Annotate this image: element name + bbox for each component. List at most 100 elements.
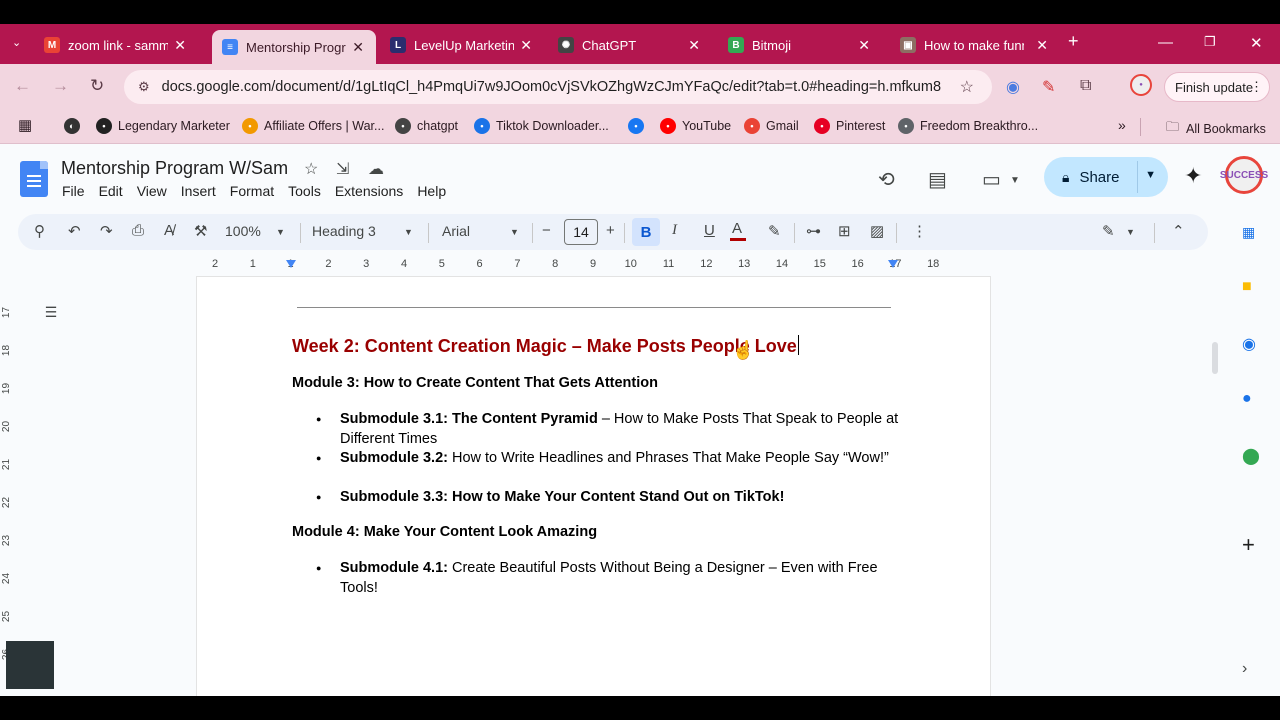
module-4-heading[interactable]: Module 4: Make Your Content Look Amazing bbox=[292, 524, 597, 540]
contacts-icon[interactable]: ● bbox=[1242, 390, 1252, 408]
star-icon[interactable]: ☆ bbox=[304, 159, 318, 179]
extension-pen-icon[interactable]: ✎ bbox=[1042, 77, 1055, 97]
paint-format-icon[interactable]: ⚒ bbox=[194, 222, 207, 240]
reload-icon[interactable]: ↻ bbox=[90, 76, 104, 96]
decrease-font-size-icon[interactable]: − bbox=[542, 222, 551, 239]
redo-icon[interactable]: ↷ bbox=[100, 222, 113, 240]
vertical-ruler[interactable]: 17181920212223242526 bbox=[0, 277, 16, 696]
tab-2[interactable]: L LevelUp Marketing ✕ bbox=[380, 30, 544, 60]
apps-grid-icon[interactable]: ▦ bbox=[18, 116, 32, 134]
increase-font-size-icon[interactable]: + bbox=[606, 222, 615, 239]
editing-mode-dropdown-icon[interactable]: ▼ bbox=[1126, 227, 1135, 237]
keep-icon[interactable]: ■ bbox=[1242, 278, 1252, 296]
close-tab-icon[interactable]: ✕ bbox=[352, 39, 364, 56]
site-info-icon[interactable]: ⚙ bbox=[138, 79, 150, 95]
style-dropdown-icon[interactable]: ▼ bbox=[404, 227, 413, 237]
comments-icon[interactable]: ▤ bbox=[928, 167, 947, 192]
menu-view[interactable]: View bbox=[137, 183, 167, 199]
tab-search-icon[interactable]: ⌄ bbox=[12, 36, 21, 49]
cloud-saved-icon[interactable]: ☁ bbox=[368, 159, 384, 179]
extension-globe-icon[interactable]: ◉ bbox=[1006, 77, 1020, 97]
bookmark-item[interactable]: • Affiliate Offers | War... bbox=[242, 118, 384, 134]
list-item[interactable]: Submodule 3.2: How to Write Headlines an… bbox=[316, 449, 900, 469]
scrollbar-thumb[interactable] bbox=[1212, 342, 1218, 374]
account-avatar[interactable]: SUCCESS bbox=[1220, 156, 1268, 194]
menu-tools[interactable]: Tools bbox=[288, 183, 321, 199]
more-options-icon[interactable]: ⋮ bbox=[912, 222, 927, 240]
gemini-sparkle-icon[interactable]: ✦ bbox=[1184, 163, 1202, 189]
docs-logo-icon[interactable] bbox=[20, 161, 48, 197]
font-dropdown-icon[interactable]: ▼ bbox=[510, 227, 519, 237]
bookmark-item[interactable]: • Legendary Marketer bbox=[96, 118, 230, 134]
document-outline-icon[interactable]: ☰ bbox=[36, 297, 66, 327]
editing-mode-icon[interactable]: ✎ bbox=[1102, 222, 1115, 240]
insert-link-icon[interactable]: ⊶ bbox=[806, 222, 821, 240]
close-tab-icon[interactable]: ✕ bbox=[858, 37, 870, 54]
minimize-icon[interactable]: — bbox=[1158, 34, 1173, 51]
document-title[interactable]: Mentorship Program W/Sam bbox=[61, 158, 288, 179]
tab-3[interactable]: ✺ ChatGPT ✕ bbox=[548, 30, 712, 60]
search-menus-icon[interactable]: ⚲ bbox=[34, 222, 45, 240]
hide-menus-icon[interactable]: ⌃ bbox=[1172, 222, 1185, 240]
font-size-input[interactable]: 14 bbox=[564, 219, 598, 245]
get-addons-icon[interactable]: + bbox=[1242, 532, 1255, 558]
expand-panel-icon[interactable]: › bbox=[1242, 660, 1247, 678]
restore-icon[interactable]: ❐ bbox=[1204, 34, 1216, 50]
meet-camera-icon[interactable]: ▭ bbox=[982, 167, 1001, 192]
zoom-select[interactable]: 100% bbox=[225, 223, 261, 239]
tab-1[interactable]: ≡ Mentorship Progra ✕ bbox=[212, 30, 376, 64]
new-tab-icon[interactable]: + bbox=[1068, 31, 1079, 52]
close-window-icon[interactable]: ✕ bbox=[1250, 34, 1263, 52]
menu-insert[interactable]: Insert bbox=[181, 183, 216, 199]
menu-extensions[interactable]: Extensions bbox=[335, 183, 403, 199]
menu-help[interactable]: Help bbox=[417, 183, 446, 199]
all-bookmarks-button[interactable]: 🗀 All Bookmarks bbox=[1166, 118, 1266, 140]
share-dropdown-icon[interactable]: ▼ bbox=[1145, 169, 1156, 181]
list-item[interactable]: Submodule 3.1: The Content Pyramid – How… bbox=[316, 410, 900, 449]
zoom-dropdown-icon[interactable]: ▼ bbox=[276, 227, 285, 237]
menu-edit[interactable]: Edit bbox=[99, 183, 123, 199]
undo-icon[interactable]: ↶ bbox=[68, 222, 81, 240]
url-text[interactable]: docs.google.com/document/d/1gLtIqCl_h4Pm… bbox=[162, 79, 942, 95]
text-color-button[interactable]: A bbox=[729, 220, 747, 241]
version-history-icon[interactable]: ⟲ bbox=[878, 167, 895, 192]
move-folder-icon[interactable]: ⇲ bbox=[336, 159, 349, 179]
close-tab-icon[interactable]: ✕ bbox=[520, 37, 532, 54]
bookmark-item[interactable]: • Gmail bbox=[744, 118, 799, 134]
omnibox[interactable]: ⚙ docs.google.com/document/d/1gLtIqCl_h4… bbox=[124, 70, 992, 104]
bookmark-item[interactable]: • Freedom Breakthro... bbox=[898, 118, 1038, 134]
tab-5[interactable]: ▣ How to make funn ✕ bbox=[890, 30, 1060, 60]
back-icon[interactable]: ← bbox=[14, 76, 31, 96]
bookmark-item[interactable]: • bbox=[628, 118, 650, 134]
profile-avatar-icon[interactable]: ● bbox=[1130, 74, 1152, 96]
list-item[interactable]: Submodule 3.3: How to Make Your Content … bbox=[316, 488, 900, 508]
close-tab-icon[interactable]: ✕ bbox=[174, 37, 186, 54]
tasks-icon[interactable]: ◉ bbox=[1242, 334, 1256, 354]
bold-button[interactable]: B bbox=[632, 218, 660, 246]
add-comment-icon[interactable]: ⊞ bbox=[838, 222, 851, 240]
menu-file[interactable]: File bbox=[62, 183, 85, 199]
module-3-heading[interactable]: Module 3: How to Create Content That Get… bbox=[292, 375, 658, 391]
document-page[interactable]: Week 2: Content Creation Magic – Make Po… bbox=[196, 276, 991, 696]
menu-format[interactable]: Format bbox=[230, 183, 274, 199]
globe-icon[interactable]: ◐ bbox=[64, 118, 86, 134]
horizontal-ruler[interactable]: 21123456789101112131415161718 bbox=[198, 257, 990, 275]
finish-update-button[interactable]: Finish update ⋮ bbox=[1164, 72, 1270, 102]
close-tab-icon[interactable]: ✕ bbox=[1036, 37, 1048, 54]
bookmark-item[interactable]: • chatgpt bbox=[395, 118, 458, 134]
tab-0[interactable]: Mzoom link - sammi ✕ bbox=[34, 30, 198, 60]
more-bookmarks-icon[interactable]: » bbox=[1118, 117, 1126, 133]
bookmark-item[interactable]: • YouTube bbox=[660, 118, 731, 134]
highlight-color-icon[interactable]: ✎ bbox=[768, 222, 781, 240]
list-item[interactable]: Submodule 4.1: Create Beautiful Posts Wi… bbox=[316, 559, 900, 598]
bookmark-star-icon[interactable]: ☆ bbox=[960, 77, 974, 97]
share-button[interactable]: 🔒︎ Share ▼ bbox=[1044, 157, 1168, 197]
print-icon[interactable]: ⎙ bbox=[132, 222, 144, 239]
close-tab-icon[interactable]: ✕ bbox=[688, 37, 700, 54]
bookmark-item[interactable]: • Pinterest bbox=[814, 118, 885, 134]
heading-week-2[interactable]: Week 2: Content Creation Magic – Make Po… bbox=[292, 335, 799, 357]
spellcheck-icon[interactable]: A̸ bbox=[164, 222, 174, 239]
insert-image-icon[interactable]: ▨ bbox=[870, 222, 884, 240]
forward-icon[interactable]: → bbox=[52, 76, 69, 96]
extensions-puzzle-icon[interactable]: ⧉ bbox=[1080, 77, 1091, 95]
